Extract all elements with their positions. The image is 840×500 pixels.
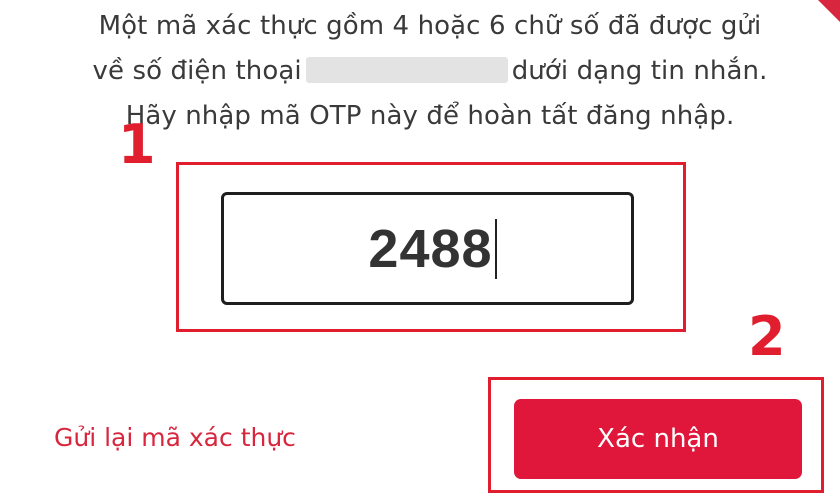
text-cursor: [494, 218, 497, 279]
instruction-line-1: Một mã xác thực gồm 4 hoặc 6 chữ số đã đ…: [98, 11, 762, 41]
instruction-line-3: Hãy nhập mã OTP này để hoàn tất đăng nhậ…: [125, 101, 735, 131]
instruction-line-2-start: về số điện thoại: [92, 56, 302, 86]
step-1-marker: 1: [118, 113, 156, 176]
step-2-marker: 2: [748, 305, 786, 368]
resend-code-link[interactable]: Gửi lại mã xác thực: [54, 418, 296, 458]
confirm-button-label: Xác nhận: [597, 424, 719, 454]
instruction-line-2: về số điện thoại dưới dạng tin nhắn.: [60, 49, 800, 94]
otp-instructions: Một mã xác thực gồm 4 hoặc 6 chữ số đã đ…: [60, 4, 800, 139]
confirm-button[interactable]: Xác nhận: [514, 399, 802, 479]
otp-verification-dialog: Một mã xác thực gồm 4 hoặc 6 chữ số đã đ…: [0, 0, 840, 500]
instruction-line-2-end: dưới dạng tin nhắn.: [511, 56, 768, 86]
otp-input[interactable]: 2488: [221, 192, 634, 305]
corner-ribbon: [818, 0, 840, 22]
otp-value: 2488: [368, 218, 493, 279]
masked-phone-number: [305, 57, 508, 83]
